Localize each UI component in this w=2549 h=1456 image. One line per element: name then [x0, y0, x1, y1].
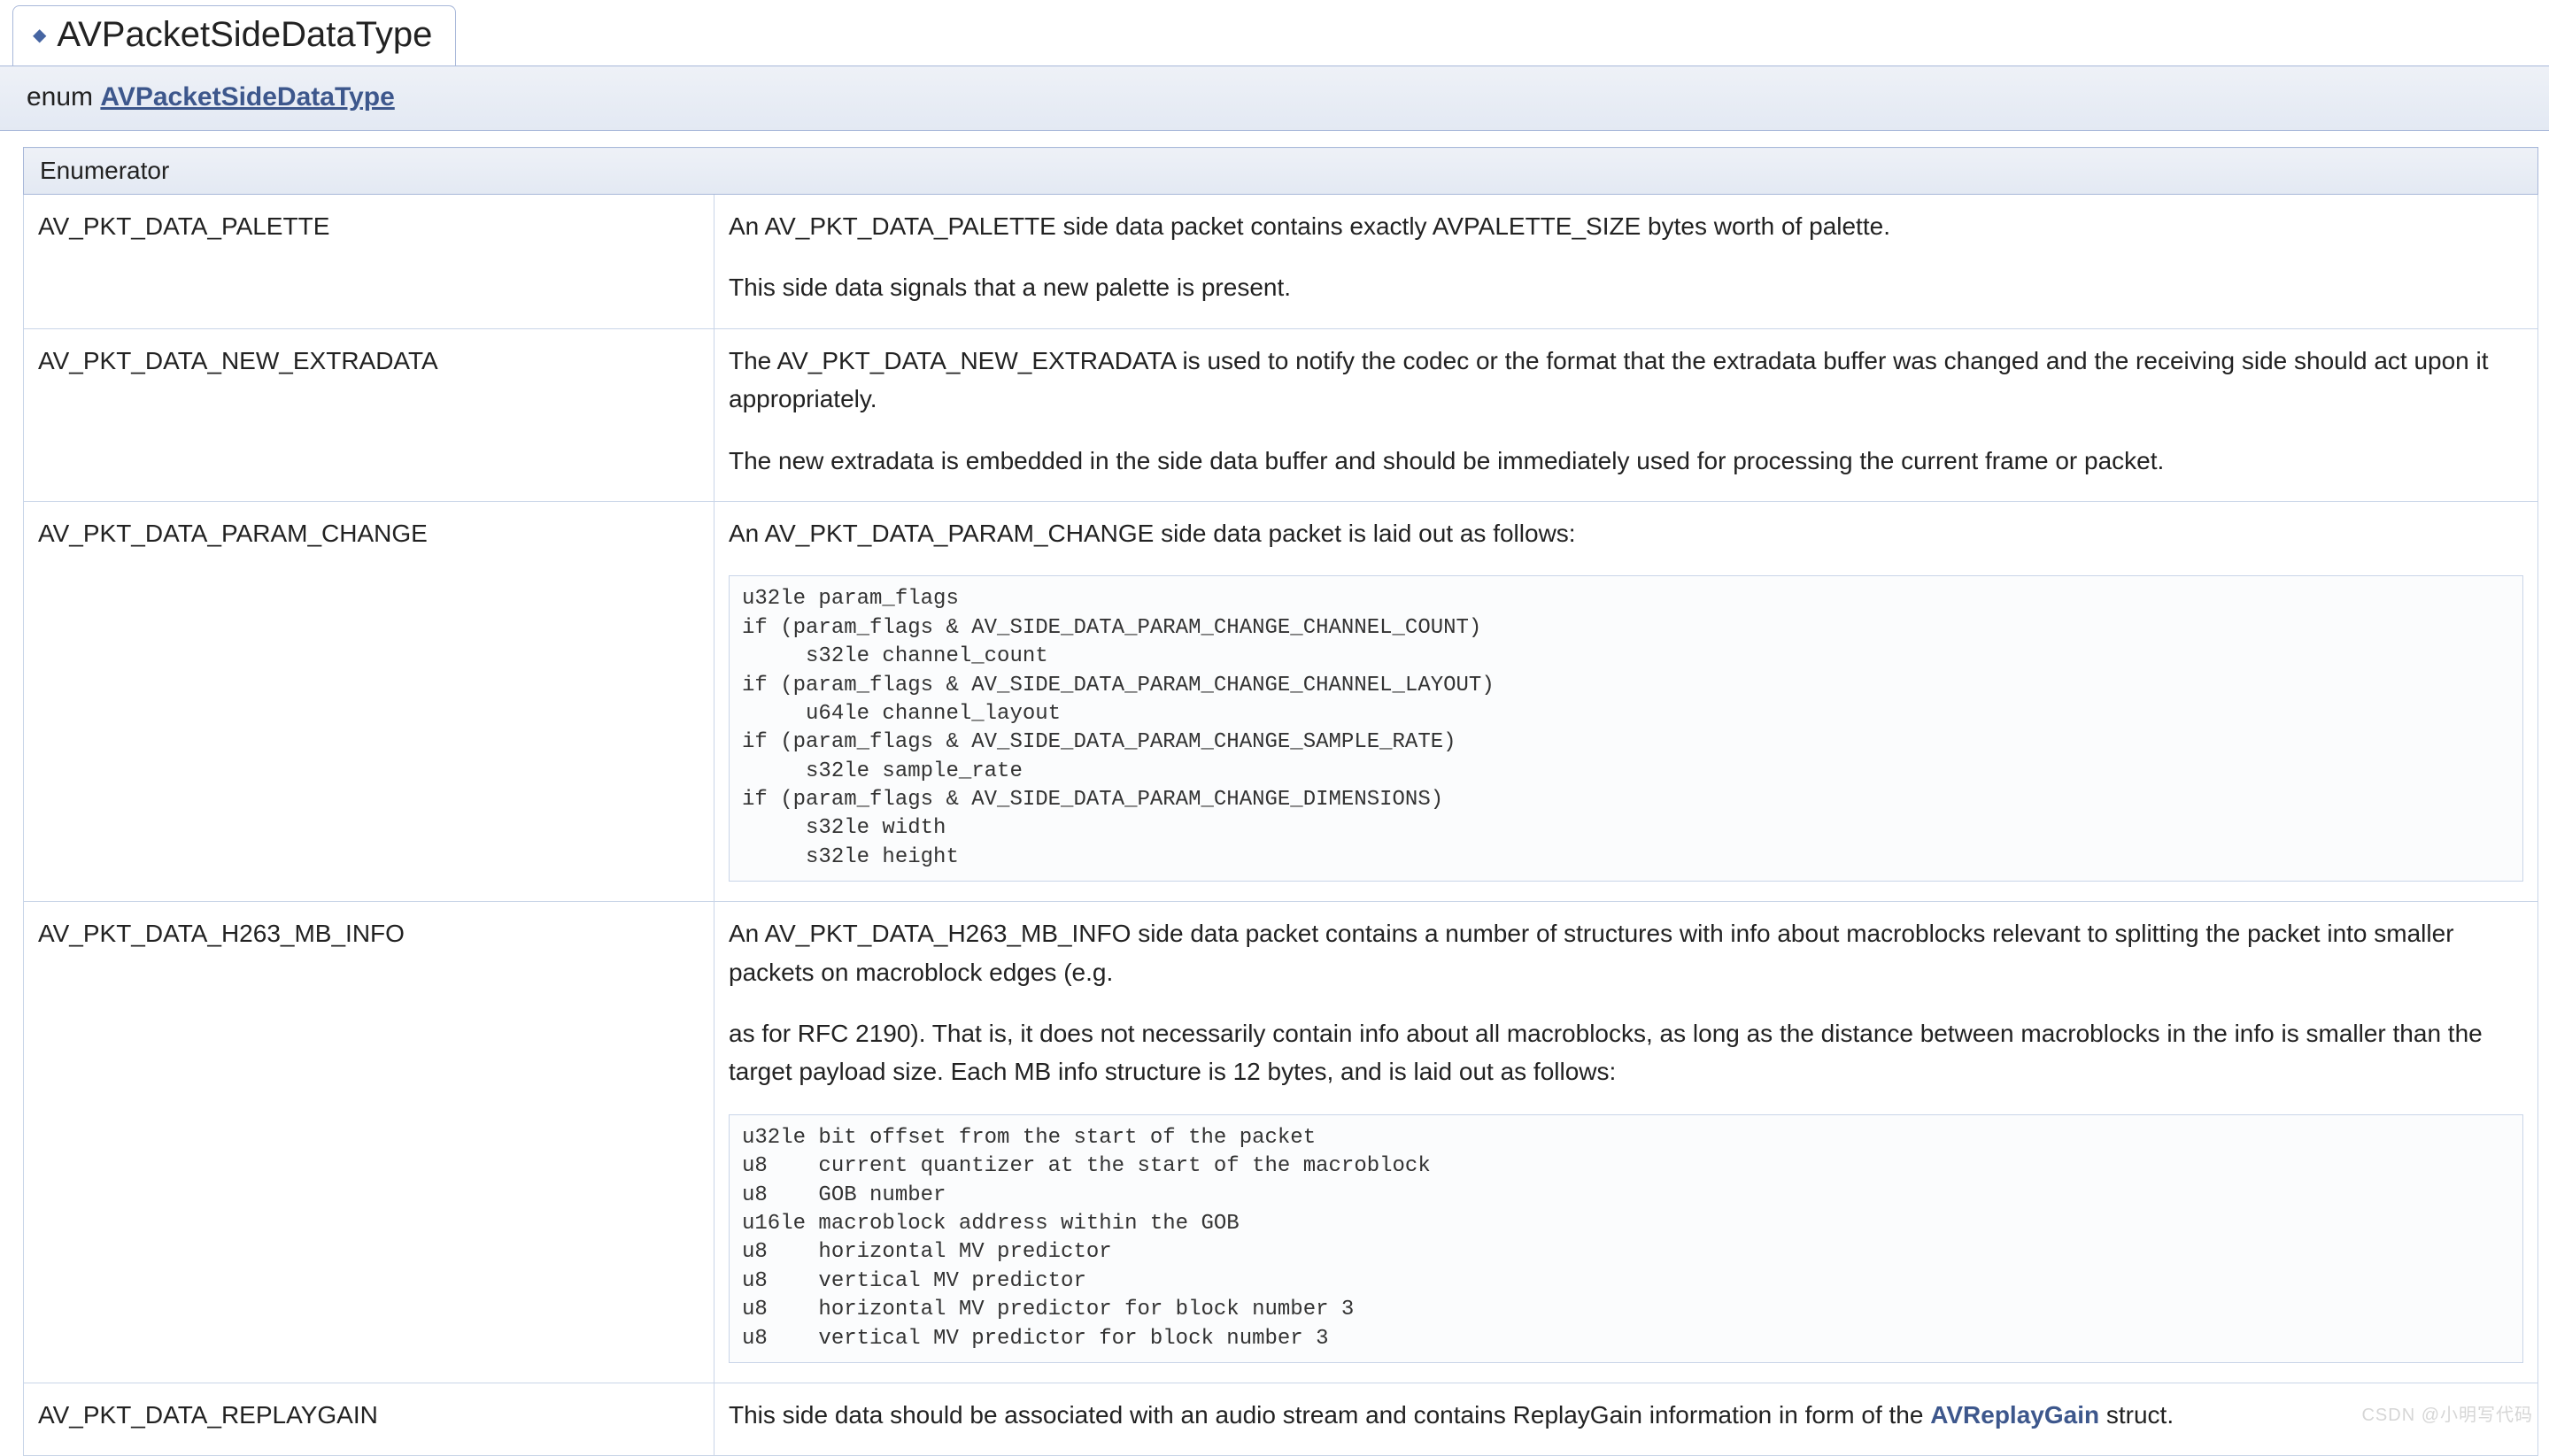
- table-header: Enumerator: [24, 148, 2538, 195]
- desc-text: This side data should be associated with…: [729, 1401, 1930, 1429]
- enum-desc: An AV_PKT_DATA_PALETTE side data packet …: [714, 195, 2538, 329]
- decl-keyword: enum: [27, 82, 93, 112]
- code-fragment: u32le bit offset from the start of the p…: [729, 1114, 2523, 1363]
- enum-desc: The AV_PKT_DATA_NEW_EXTRADATA is used to…: [714, 328, 2538, 501]
- table-header-row: Enumerator: [24, 148, 2538, 195]
- avreplaygain-link[interactable]: AVReplayGain: [1930, 1401, 2099, 1429]
- desc-text: struct.: [2099, 1401, 2174, 1429]
- tab-strip: ◆ AVPacketSideDataType: [0, 5, 2549, 65]
- enumerator-table: Enumerator AV_PKT_DATA_PALETTE An AV_PKT…: [23, 147, 2538, 1456]
- table-row: AV_PKT_DATA_PARAM_CHANGE An AV_PKT_DATA_…: [24, 501, 2538, 901]
- section-title: AVPacketSideDataType: [57, 15, 432, 55]
- declaration-bar: enum AVPacketSideDataType: [0, 65, 2549, 131]
- table-row: AV_PKT_DATA_H263_MB_INFO An AV_PKT_DATA_…: [24, 902, 2538, 1383]
- desc-paragraph: The AV_PKT_DATA_NEW_EXTRADATA is used to…: [729, 342, 2523, 419]
- section-tab[interactable]: ◆ AVPacketSideDataType: [12, 5, 456, 65]
- enum-name: AV_PKT_DATA_REPLAYGAIN: [24, 1383, 714, 1455]
- decl-type-link[interactable]: AVPacketSideDataType: [100, 82, 394, 112]
- enum-desc: An AV_PKT_DATA_PARAM_CHANGE side data pa…: [714, 501, 2538, 901]
- table-row: AV_PKT_DATA_PALETTE An AV_PKT_DATA_PALET…: [24, 195, 2538, 329]
- table-row: AV_PKT_DATA_NEW_EXTRADATA The AV_PKT_DAT…: [24, 328, 2538, 501]
- enum-name: AV_PKT_DATA_H263_MB_INFO: [24, 902, 714, 1383]
- desc-paragraph: An AV_PKT_DATA_PALETTE side data packet …: [729, 207, 2523, 245]
- desc-paragraph: The new extradata is embedded in the sid…: [729, 442, 2523, 480]
- enum-name: AV_PKT_DATA_PALETTE: [24, 195, 714, 329]
- desc-paragraph: This side data signals that a new palett…: [729, 268, 2523, 306]
- table-row: AV_PKT_DATA_REPLAYGAIN This side data sh…: [24, 1383, 2538, 1455]
- desc-paragraph: An AV_PKT_DATA_PARAM_CHANGE side data pa…: [729, 514, 2523, 552]
- code-fragment: u32le param_flags if (param_flags & AV_S…: [729, 575, 2523, 882]
- desc-paragraph: An AV_PKT_DATA_H263_MB_INFO side data pa…: [729, 914, 2523, 991]
- desc-paragraph: as for RFC 2190). That is, it does not n…: [729, 1014, 2523, 1091]
- enum-desc: This side data should be associated with…: [714, 1383, 2538, 1455]
- enum-name: AV_PKT_DATA_NEW_EXTRADATA: [24, 328, 714, 501]
- enum-name: AV_PKT_DATA_PARAM_CHANGE: [24, 501, 714, 901]
- diamond-icon: ◆: [33, 27, 46, 44]
- enum-desc: An AV_PKT_DATA_H263_MB_INFO side data pa…: [714, 902, 2538, 1383]
- desc-paragraph: This side data should be associated with…: [729, 1396, 2523, 1434]
